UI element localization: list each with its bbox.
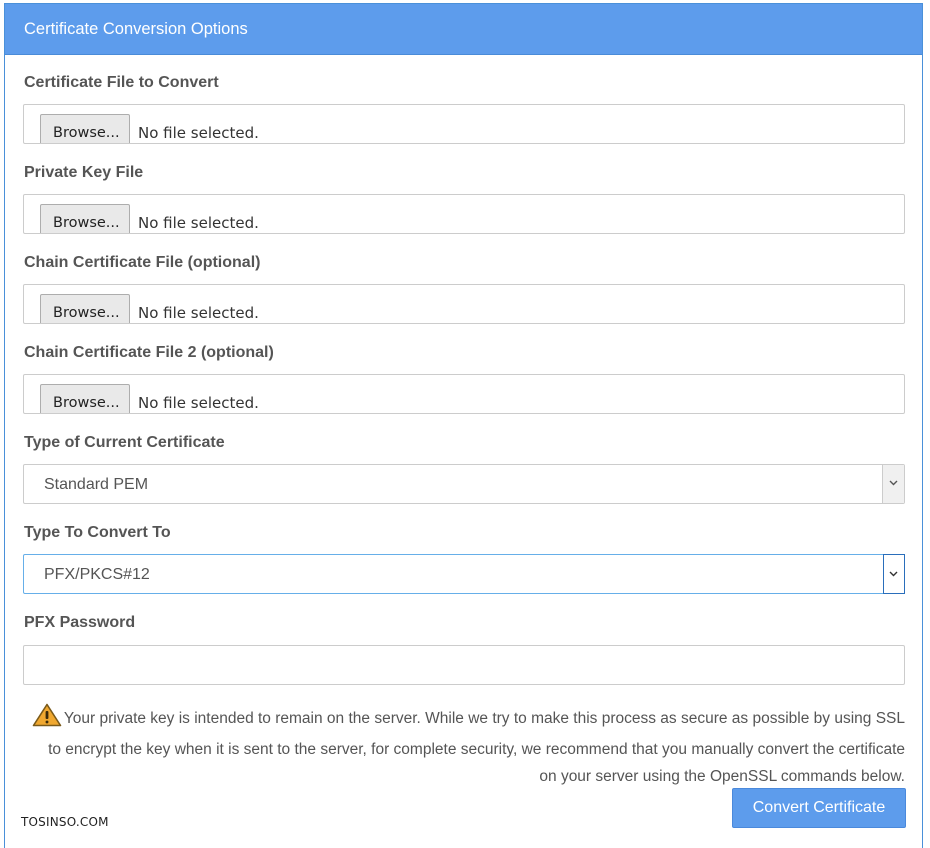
chain-file-2-input[interactable]: Browse... No file selected. xyxy=(23,374,905,414)
chain-file-2-status: No file selected. xyxy=(138,394,259,412)
current-type-select[interactable]: Standard PEM xyxy=(23,464,905,504)
chain-file-label: Chain Certificate File (optional) xyxy=(24,254,261,271)
private-key-file-label: Private Key File xyxy=(24,164,144,181)
security-warning: Your private key is intended to remain o… xyxy=(29,703,905,790)
certificate-file-status: No file selected. xyxy=(138,124,259,142)
convert-to-label: Type To Convert To xyxy=(24,524,171,541)
private-key-browse-button[interactable]: Browse... xyxy=(40,204,130,233)
private-key-file-input[interactable]: Browse... No file selected. xyxy=(23,194,905,234)
chain-2-browse-button[interactable]: Browse... xyxy=(40,384,130,413)
chain-browse-button[interactable]: Browse... xyxy=(40,294,130,323)
warning-triangle-icon xyxy=(32,703,62,736)
panel-title: Certificate Conversion Options xyxy=(5,4,922,55)
pfx-password-label: PFX Password xyxy=(24,614,136,631)
chevron-down-icon xyxy=(889,480,898,486)
private-key-file-status: No file selected. xyxy=(138,214,259,232)
pfx-password-input[interactable] xyxy=(23,645,905,685)
convert-to-dropdown-button[interactable] xyxy=(883,554,905,594)
current-type-dropdown-button[interactable] xyxy=(882,465,904,503)
convert-certificate-button[interactable]: Convert Certificate xyxy=(732,788,906,828)
certificate-browse-button[interactable]: Browse... xyxy=(40,114,130,143)
current-type-value: Standard PEM xyxy=(44,476,149,493)
convert-to-value: PFX/PKCS#12 xyxy=(44,566,150,583)
chain-file-status: No file selected. xyxy=(138,304,259,322)
convert-to-select[interactable]: PFX/PKCS#12 xyxy=(23,554,905,594)
warning-text: Your private key is intended to remain o… xyxy=(48,710,905,785)
certificate-file-input[interactable]: Browse... No file selected. xyxy=(23,104,905,144)
conversion-options-panel: Certificate Conversion Options Certifica… xyxy=(4,3,923,848)
chain-file-input[interactable]: Browse... No file selected. xyxy=(23,284,905,324)
current-type-label: Type of Current Certificate xyxy=(24,434,225,451)
certificate-file-label: Certificate File to Convert xyxy=(24,74,219,91)
watermark: TOSINSO.COM xyxy=(21,815,109,829)
chevron-down-icon xyxy=(889,571,898,577)
chain-file-2-label: Chain Certificate File 2 (optional) xyxy=(24,344,274,361)
